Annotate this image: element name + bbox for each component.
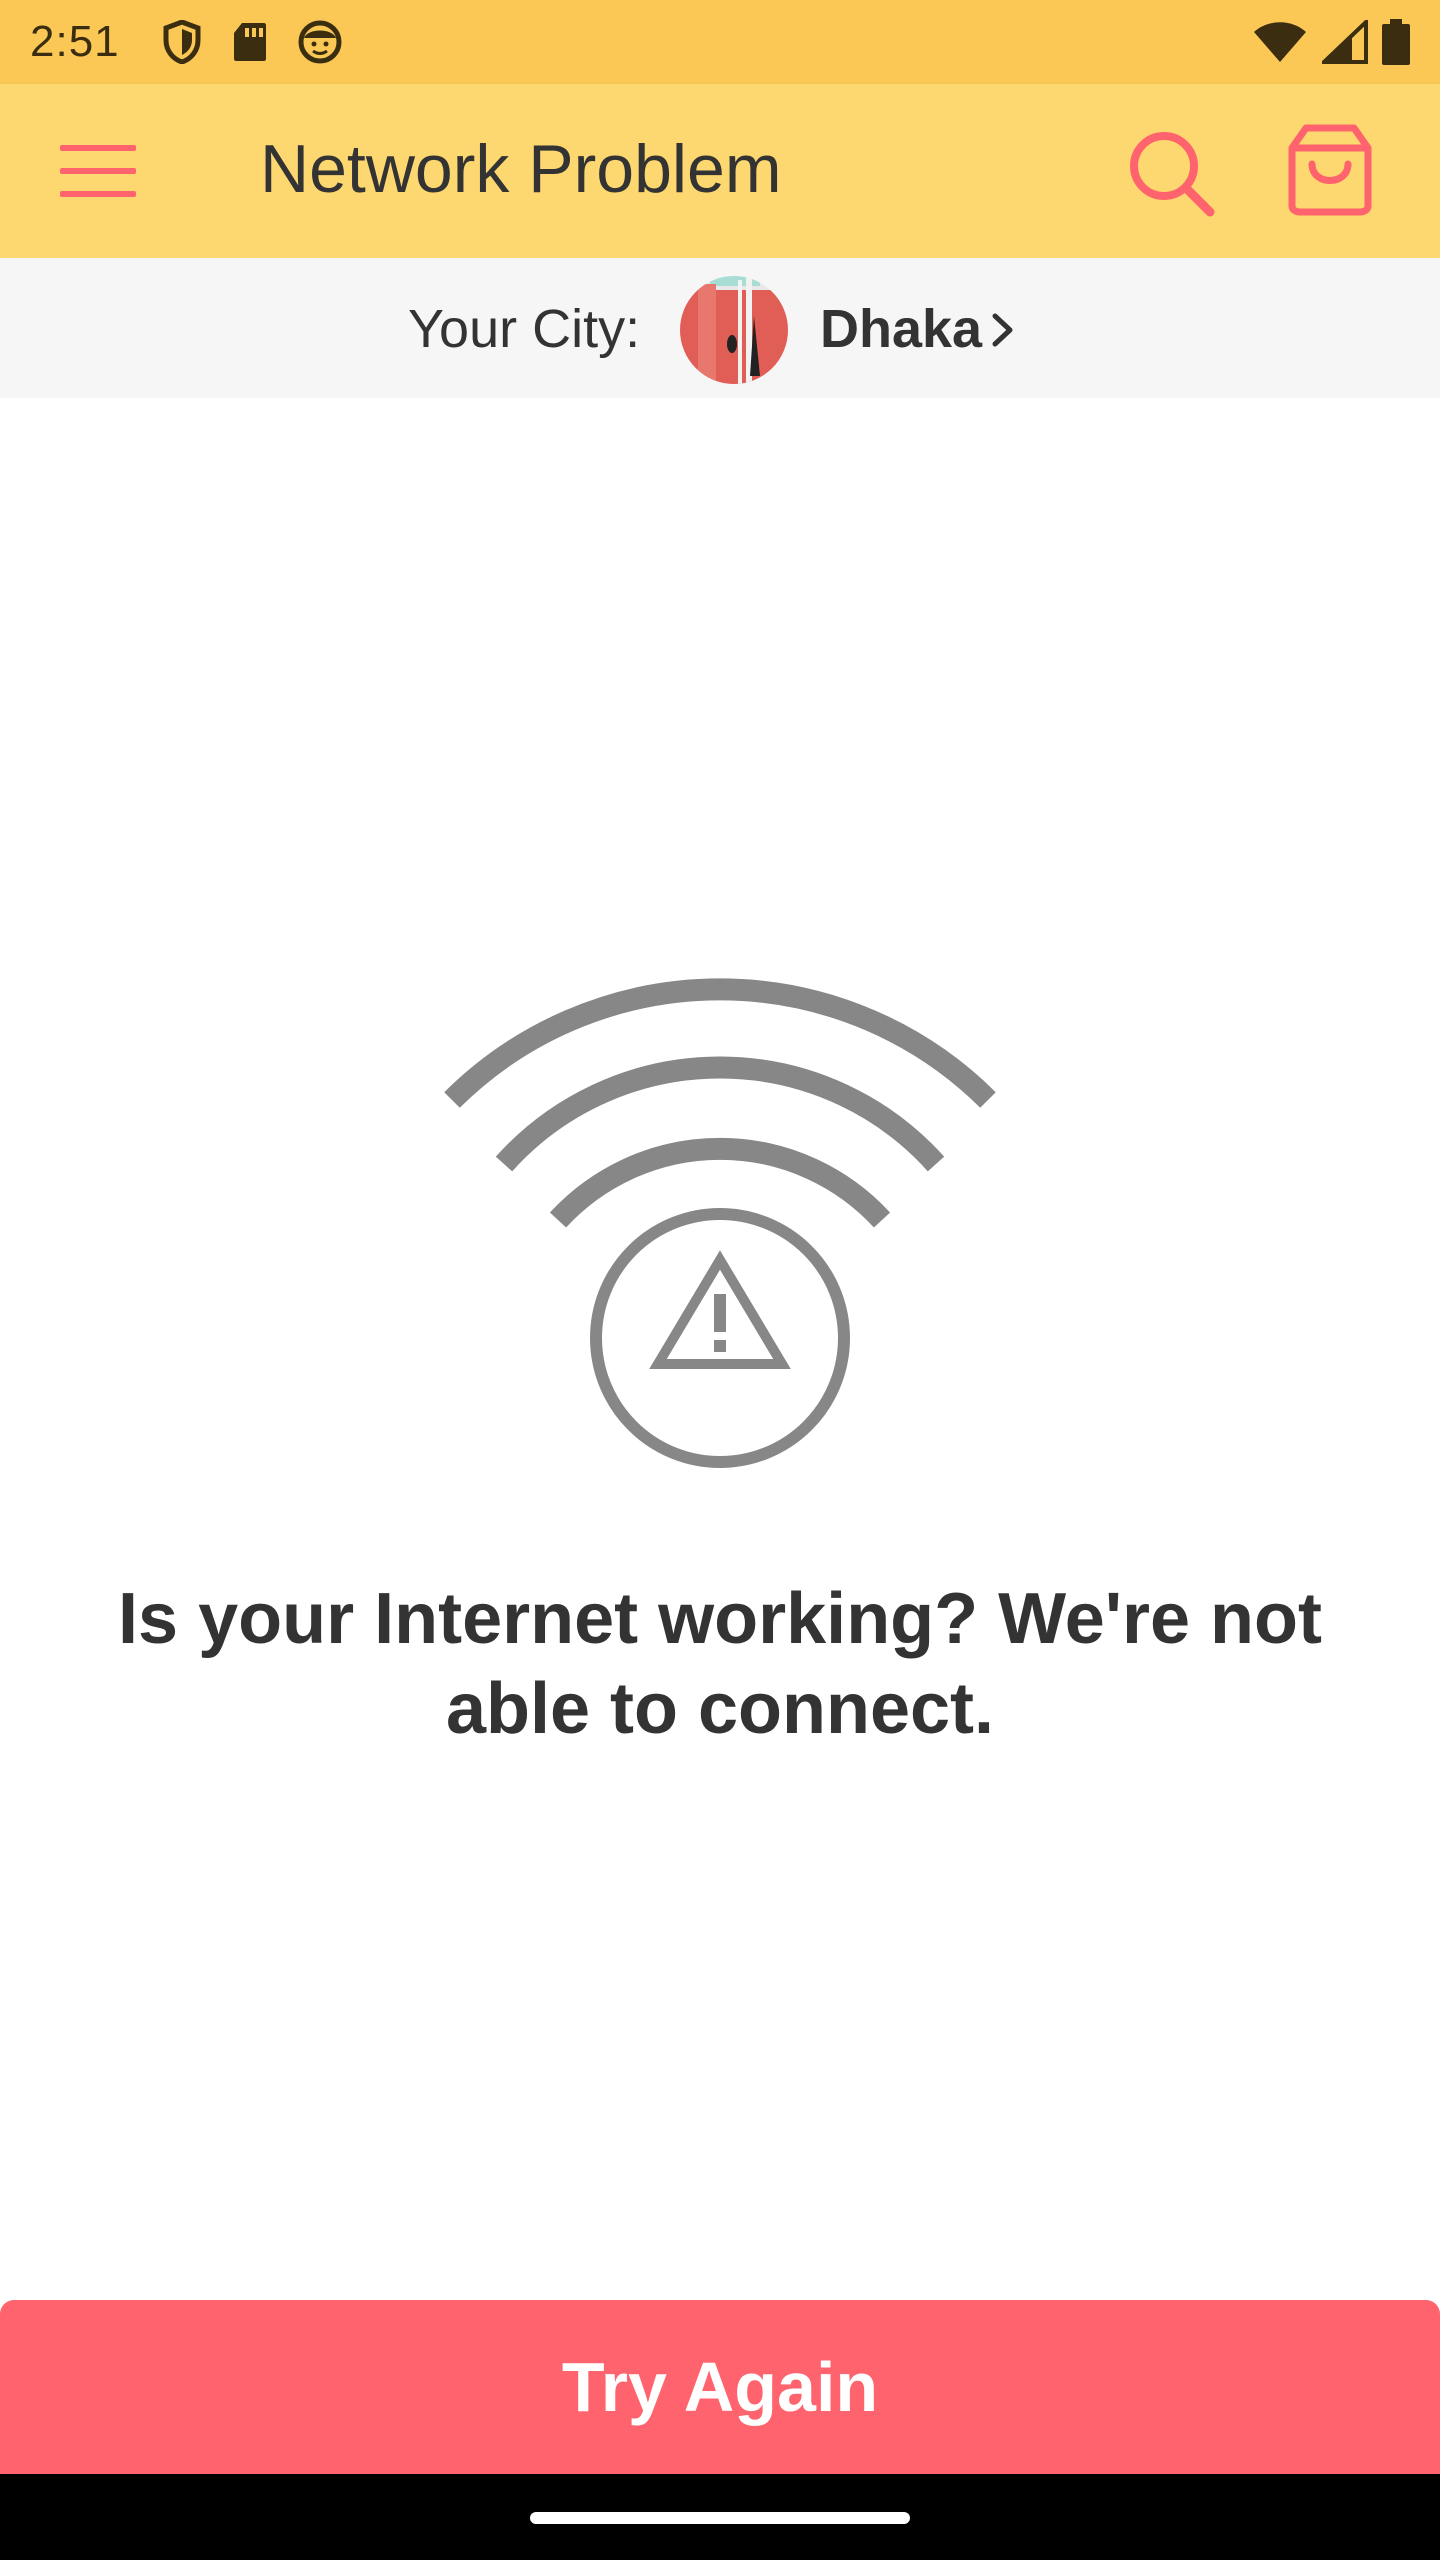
- wifi-warning-icon: [444, 978, 996, 1468]
- city-name: Dhaka: [820, 299, 983, 359]
- battery-icon: [1382, 19, 1410, 65]
- face-icon: [298, 20, 342, 64]
- wifi-icon: [1254, 22, 1306, 62]
- menu-button[interactable]: [60, 136, 160, 206]
- status-icons-left: [162, 20, 342, 64]
- status-icons-right: [1252, 19, 1410, 65]
- city-label: Your City:: [408, 299, 641, 359]
- screen: 2:51 Network Problem Your City: Dhaka Is…: [0, 0, 1440, 2560]
- shopping-bag-button[interactable]: [1284, 124, 1376, 216]
- city-landmark-icon: [680, 276, 788, 384]
- page-title: Network Problem: [260, 131, 782, 207]
- navigation-bar: [0, 2474, 1440, 2560]
- app-bar: Network Problem: [0, 84, 1440, 258]
- home-indicator[interactable]: [530, 2512, 910, 2524]
- cell-signal-icon: [1322, 20, 1368, 64]
- shopping-bag-icon: [1288, 124, 1372, 216]
- status-time: 2:51: [30, 17, 120, 66]
- search-icon: [1130, 132, 1215, 217]
- search-button[interactable]: [1126, 128, 1216, 218]
- chevron-right-icon: [992, 313, 1013, 347]
- city-selector[interactable]: Your City: Dhaka: [0, 258, 1440, 398]
- status-bar: 2:51: [0, 0, 1440, 84]
- error-message: Is your Internet working? We're not able…: [118, 1579, 1322, 1749]
- shield-icon: [163, 20, 201, 64]
- sd-card-icon: [233, 23, 266, 61]
- try-again-button[interactable]: Try Again: [0, 2300, 1440, 2474]
- hamburger-menu-icon: [60, 145, 136, 197]
- city-avatar: [680, 276, 788, 384]
